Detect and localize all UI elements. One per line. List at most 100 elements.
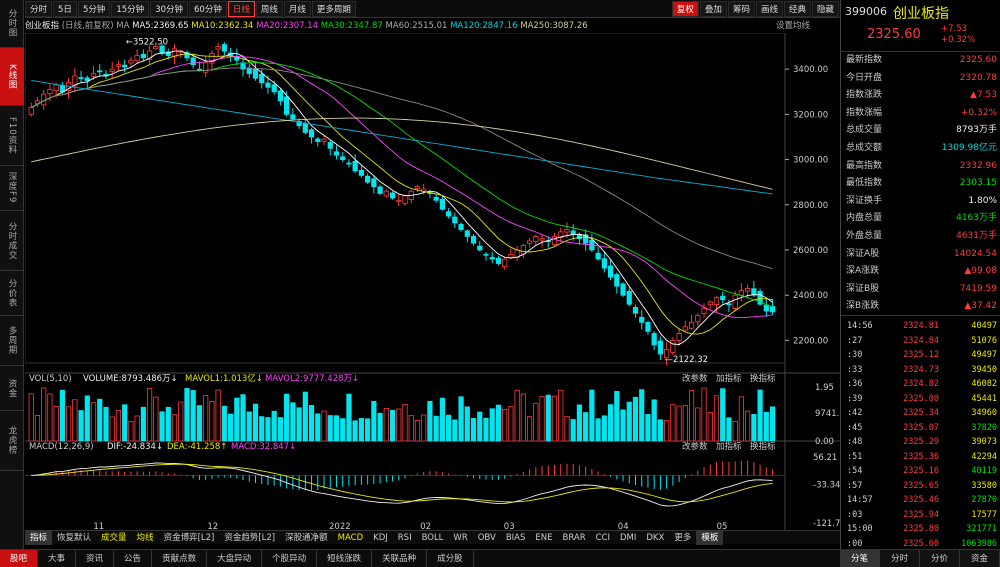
- sidebar-item-3[interactable]: 深度F9: [0, 166, 24, 211]
- volume-bar: [645, 414, 651, 442]
- period-tab-3[interactable]: 15分钟: [111, 0, 150, 17]
- toolbar-button-2[interactable]: 筹码: [727, 0, 755, 17]
- volume-bar: [520, 393, 526, 442]
- quote-row-value: ▲99.08: [964, 266, 997, 277]
- candle-body: [321, 138, 327, 142]
- bottom-nav-6[interactable]: 个股异动: [262, 549, 318, 567]
- volume-bar: [769, 406, 776, 442]
- bottom-nav-3[interactable]: 公告: [114, 549, 153, 567]
- period-tab-8[interactable]: 月线: [283, 0, 311, 17]
- volume-bar: [495, 404, 502, 442]
- right-tab-1[interactable]: 分时: [880, 550, 920, 567]
- ma60-value: MA60:2515.01: [385, 21, 448, 31]
- bottom-nav-7[interactable]: 短线涨跌: [317, 549, 373, 567]
- bottom-nav-9[interactable]: 成分股: [427, 549, 474, 567]
- indicator-tab-8[interactable]: KDJ: [368, 531, 393, 545]
- price-tick-label: 2200.00: [793, 336, 828, 346]
- macd-button-0[interactable]: 改参数: [682, 441, 708, 452]
- period-tab-7[interactable]: 周线: [255, 0, 283, 17]
- ma-settings-button[interactable]: 设置均线: [776, 19, 810, 33]
- indicator-tab-13[interactable]: BIAS: [501, 531, 531, 545]
- indicator-tab-14[interactable]: ENE: [530, 531, 557, 545]
- period-tab-2[interactable]: 5分钟: [77, 0, 111, 17]
- sidebar-item-4[interactable]: 分时成交: [0, 211, 24, 271]
- bottom-nav-1[interactable]: 大事: [38, 549, 77, 567]
- vol-button-0[interactable]: 改参数: [682, 373, 708, 384]
- vol-button-2[interactable]: 换指标: [750, 373, 776, 384]
- candle-body: [346, 162, 352, 165]
- sidebar-item-7[interactable]: 资金: [0, 366, 24, 411]
- toolbar-button-0[interactable]: 复权: [671, 0, 699, 17]
- sidebar-item-0[interactable]: 分时图: [0, 0, 24, 48]
- indicator-tab-1[interactable]: 恢复默认: [52, 531, 96, 545]
- kline-chart[interactable]: 2200.00 2400.00 2600.00 2800.00 3000.00 3200.…: [25, 33, 840, 530]
- right-tab-2[interactable]: 分价: [920, 550, 960, 567]
- indicator-tab-11[interactable]: WR: [448, 531, 472, 545]
- vol-button-1[interactable]: 加指标: [716, 373, 742, 384]
- sidebar-item-8[interactable]: 龙虎榜: [0, 411, 24, 471]
- volume-bar: [607, 404, 614, 442]
- quote-row-label: 总成交量: [846, 125, 883, 136]
- sidebar-item-2[interactable]: F10资料: [0, 106, 24, 166]
- indicator-tab-19[interactable]: 更多: [669, 531, 696, 545]
- period-tab-4[interactable]: 30分钟: [150, 0, 189, 17]
- volume-bar: [439, 397, 445, 442]
- bottom-nav-0[interactable]: 股吧: [0, 549, 39, 567]
- right-tab-3[interactable]: 资金: [960, 550, 1000, 567]
- sidebar-item-5[interactable]: 分价表: [0, 271, 24, 316]
- indicator-tab-15[interactable]: BRAR: [557, 531, 590, 545]
- indicator-tab-9[interactable]: RSI: [393, 531, 417, 545]
- volume-bar: [433, 415, 439, 442]
- candle-body: [751, 288, 757, 296]
- indicator-tab-17[interactable]: DMI: [615, 531, 641, 545]
- indicator-tab-18[interactable]: DKX: [641, 531, 669, 545]
- indicator-tab-16[interactable]: CCI: [591, 531, 615, 545]
- indicator-tab-10[interactable]: BOLL: [417, 531, 449, 545]
- indicator-tab-12[interactable]: OBV: [473, 531, 501, 545]
- quote-row-value: 14024.54: [954, 248, 997, 259]
- period-tab-6[interactable]: 日线: [227, 0, 255, 17]
- sidebar-item-6[interactable]: 多周期: [0, 316, 24, 366]
- indicator-tab-7[interactable]: MACD: [333, 531, 368, 545]
- volume-bar: [427, 401, 433, 442]
- indicator-tab-0[interactable]: 指标: [25, 530, 53, 545]
- candle-body: [41, 93, 47, 106]
- volume-bar: [41, 387, 47, 442]
- macd-dif-line: [31, 462, 773, 507]
- indicator-tab-6[interactable]: 深股通净额: [280, 531, 333, 545]
- volume-bar: [421, 414, 427, 442]
- toolbar-button-1[interactable]: 叠加: [699, 0, 727, 17]
- quote-row-label: 深证A股: [846, 248, 880, 259]
- sidebar-item-1[interactable]: K线图: [0, 48, 24, 106]
- quote-row-value: 1.80%: [968, 195, 997, 206]
- macd-button-2[interactable]: 换指标: [750, 441, 776, 452]
- indicator-tab-2[interactable]: 成交量: [96, 531, 132, 545]
- volume-bar: [626, 401, 632, 442]
- indicator-tab-5[interactable]: 资金趋势[L2]: [219, 531, 280, 545]
- right-tab-0[interactable]: 分笔: [840, 550, 880, 567]
- period-tab-1[interactable]: 5日: [53, 0, 77, 17]
- period-tab-9[interactable]: 更多周期: [311, 0, 356, 17]
- volume-bar: [365, 418, 371, 442]
- indicator-tab-3[interactable]: 均线: [132, 531, 159, 545]
- volume-bar: [639, 389, 645, 442]
- indicator-tab-4[interactable]: 资金博弈[L2]: [159, 531, 220, 545]
- period-tab-0[interactable]: 分时: [25, 0, 53, 17]
- bottom-nav-5[interactable]: 大盘异动: [207, 549, 263, 567]
- macd-button-1[interactable]: 加指标: [716, 441, 742, 452]
- toolbar-button-4[interactable]: 经典: [783, 0, 811, 17]
- toolbar-button-5[interactable]: 隐藏: [811, 0, 839, 17]
- volume-bar: [72, 399, 78, 442]
- bottom-nav-2[interactable]: 资讯: [76, 549, 115, 567]
- quote-row-label: 外盘总量: [846, 231, 883, 241]
- tick-list[interactable]: 14:56 2324.81 40497:27 2324.84 51076:30 2325.…: [841, 315, 1000, 549]
- bottom-nav-8[interactable]: 关联品种: [372, 549, 428, 567]
- quote-row-label: 深证B股: [846, 283, 880, 294]
- period-tab-5[interactable]: 60分钟: [189, 0, 227, 17]
- volume-bar: [315, 413, 321, 442]
- candle-body: [122, 64, 128, 68]
- indicator-tab-20[interactable]: 模板: [696, 530, 724, 545]
- toolbar-button-3[interactable]: 画线: [755, 0, 783, 17]
- volume-bar: [271, 410, 277, 442]
- bottom-nav-4[interactable]: 贡献点数: [152, 549, 208, 567]
